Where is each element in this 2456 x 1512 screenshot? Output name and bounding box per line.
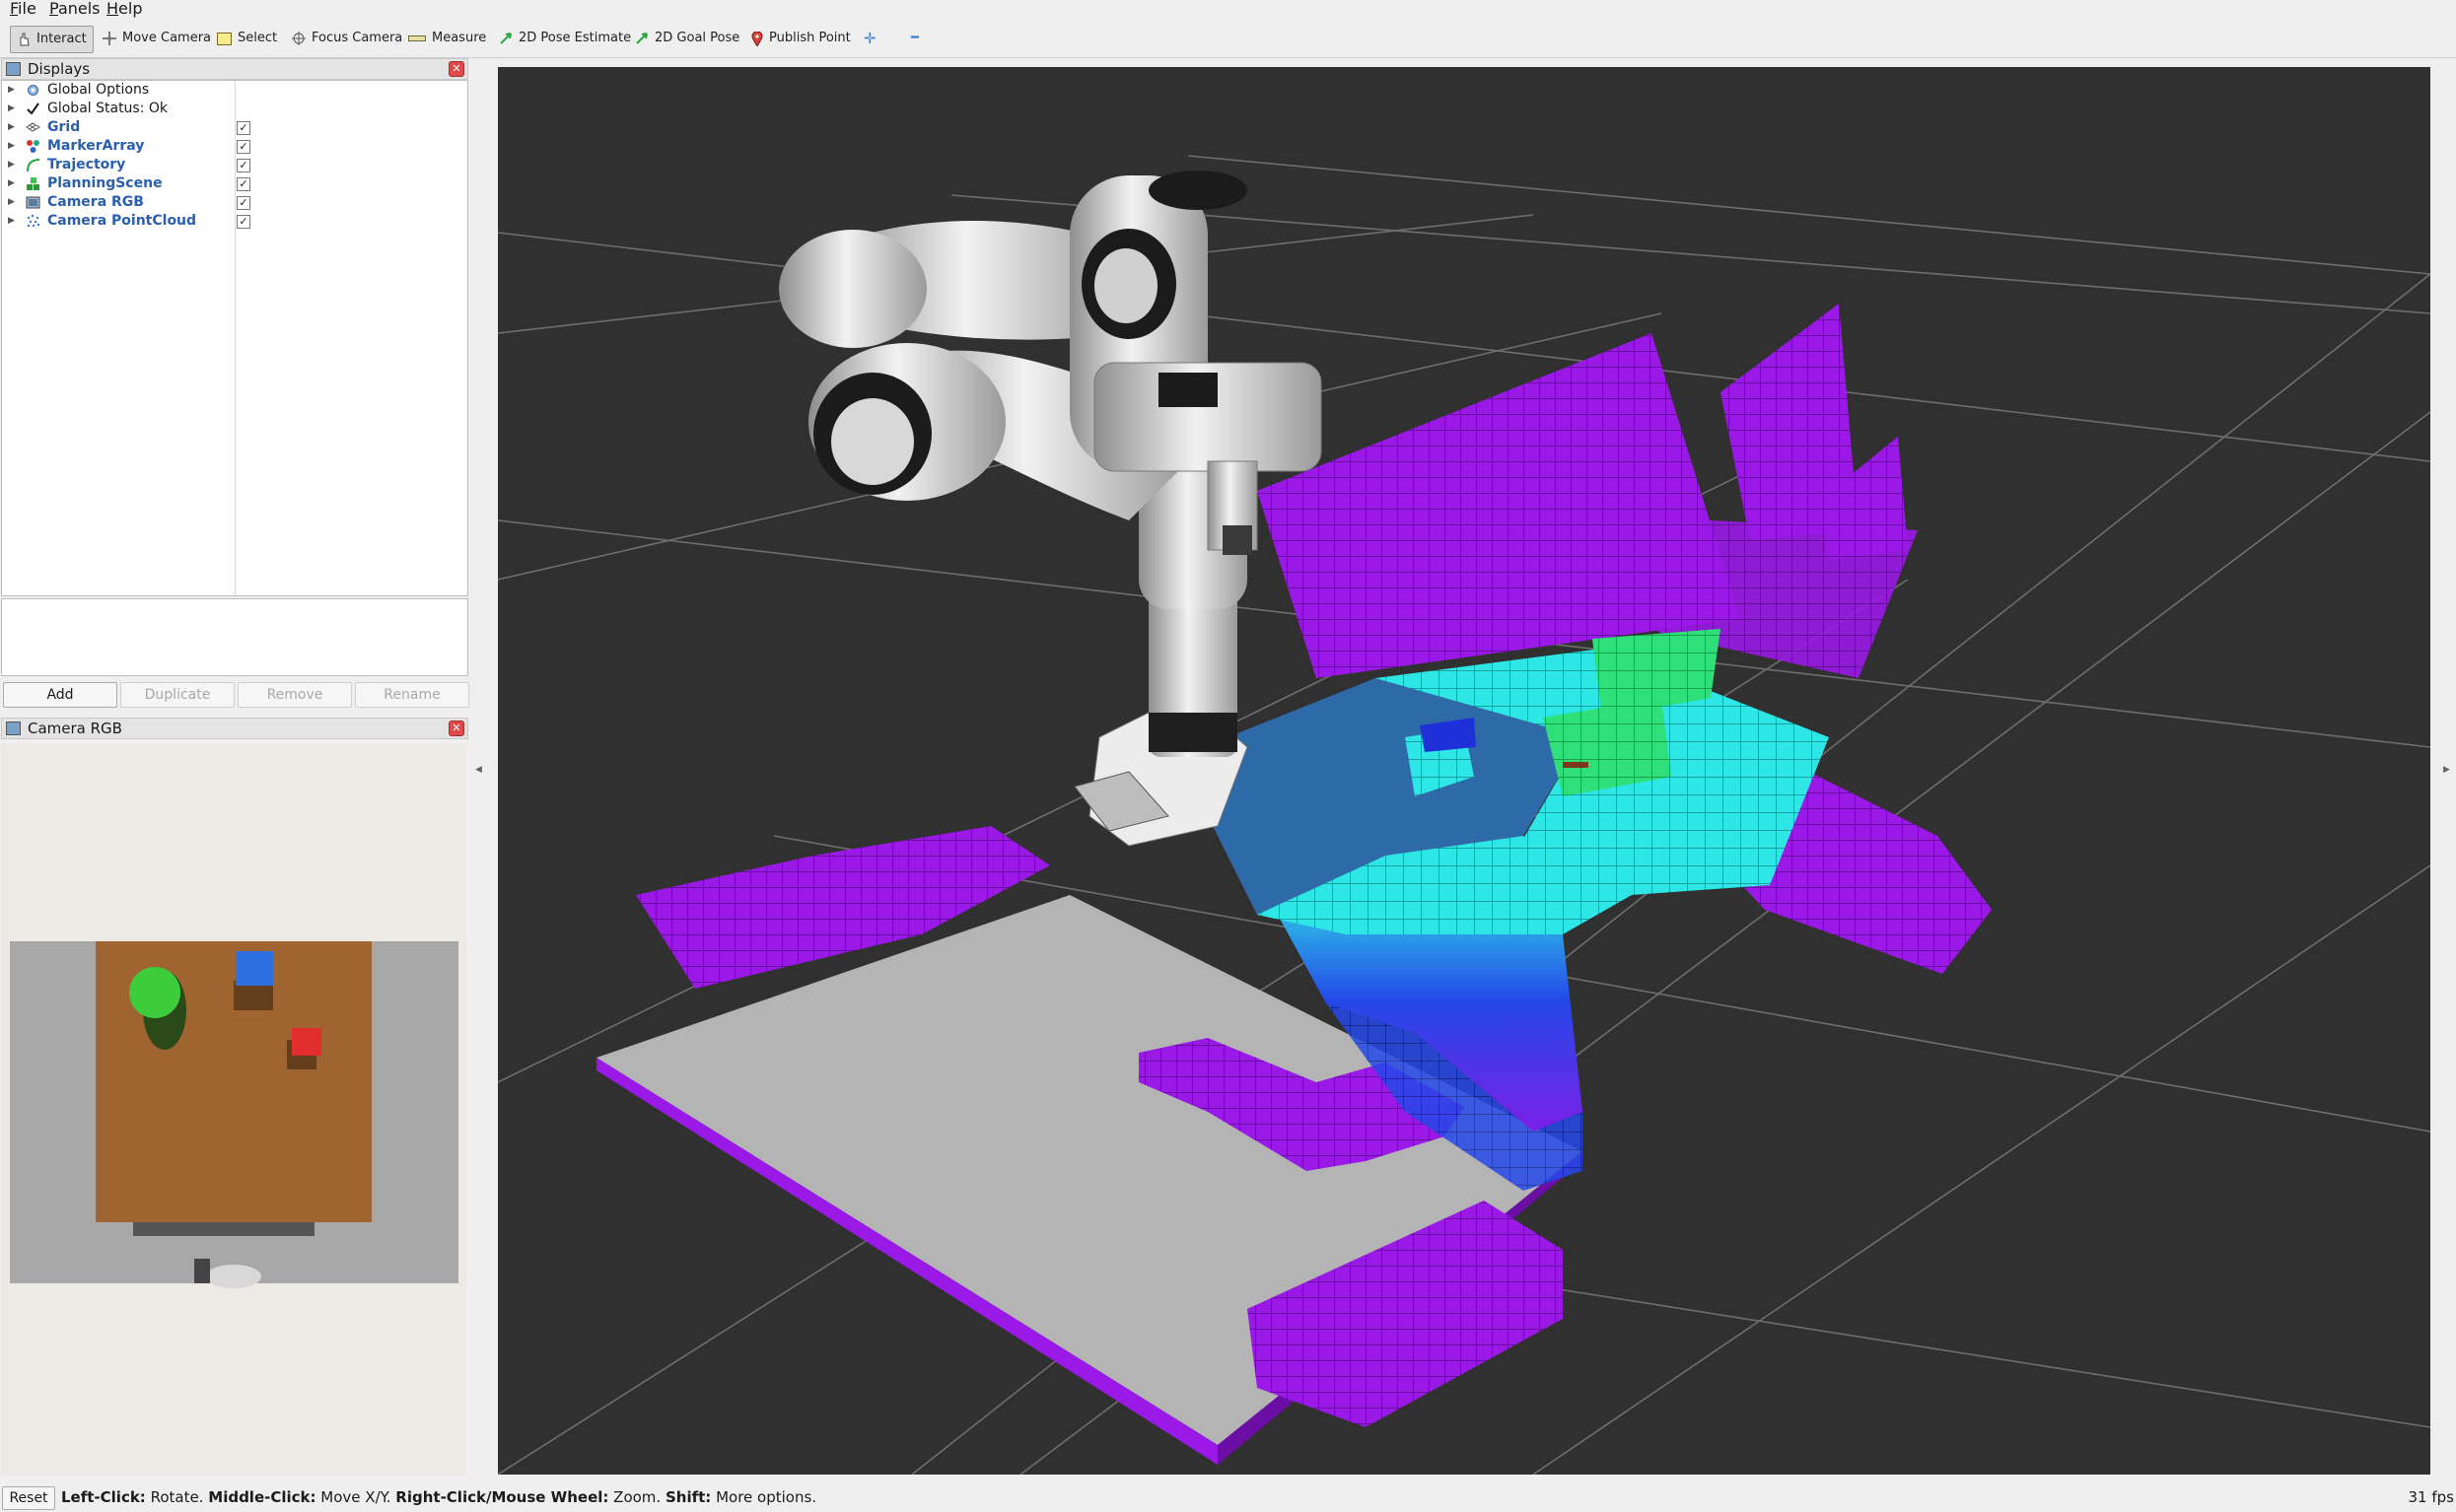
display-description-area	[1, 598, 468, 676]
camera-rgb-checkbox[interactable]: ✓	[237, 196, 250, 210]
green-arrow-icon	[500, 33, 512, 44]
tree-item-grid[interactable]: ▶ Grid ✓	[2, 118, 467, 137]
expand-arrow-icon[interactable]: ▶	[8, 81, 15, 100]
remove-button[interactable]: Remove	[238, 682, 352, 708]
displays-panel-header: Displays ✕	[1, 58, 468, 80]
menu-help[interactable]: Help	[106, 0, 142, 18]
move-camera-tool-button[interactable]: Move Camera	[97, 26, 217, 51]
status-bar: Reset Left-Click: Rotate. Middle-Click: …	[0, 1483, 2456, 1512]
checkmark-icon	[27, 103, 39, 115]
menu-file[interactable]: File	[10, 0, 36, 18]
pointcloud-icon	[27, 214, 40, 228]
monitor-icon	[6, 62, 21, 76]
rename-button[interactable]: Rename	[355, 682, 469, 708]
splitter-left-arrow-icon[interactable]: ◀	[475, 765, 482, 775]
ruler-icon	[408, 35, 426, 41]
mouse-hint-text: Left-Click: Rotate. Middle-Click: Move X…	[61, 1488, 817, 1506]
plus-icon: ✛	[864, 30, 877, 47]
remove-tool-button[interactable]: ━	[905, 26, 925, 51]
move-camera-icon	[103, 32, 116, 45]
2d-pose-estimate-tool-button[interactable]: 2D Pose Estimate	[493, 26, 637, 51]
publish-point-tool-button[interactable]: Publish Point	[745, 26, 857, 51]
close-icon[interactable]: ✕	[449, 61, 464, 77]
camera-rgb-panel-title: Camera RGB	[28, 720, 122, 737]
marker-array-icon	[27, 140, 39, 153]
trajectory-checkbox[interactable]: ✓	[237, 159, 250, 172]
camera-rgb-panel-header: Camera RGB ✕	[1, 718, 468, 739]
tree-item-planning-scene[interactable]: ▶ PlanningScene ✓	[2, 174, 467, 193]
reset-button[interactable]: Reset	[2, 1486, 55, 1510]
tree-item-trajectory[interactable]: ▶ Trajectory ✓	[2, 156, 467, 174]
close-icon[interactable]: ✕	[449, 721, 464, 736]
focus-camera-tool-button[interactable]: Focus Camera	[286, 26, 408, 51]
interact-tool-button[interactable]: Interact	[10, 26, 94, 53]
3d-viewport[interactable]	[498, 67, 2430, 1475]
expand-arrow-icon[interactable]: ▶	[8, 156, 15, 174]
displays-panel-title: Displays	[28, 60, 91, 78]
camera-rgb-image	[10, 941, 458, 1288]
trajectory-icon	[27, 159, 40, 172]
expand-arrow-icon[interactable]: ▶	[8, 212, 15, 231]
marker-array-checkbox[interactable]: ✓	[237, 140, 250, 154]
table-top-blue	[1178, 629, 1829, 934]
toolbar: Interact Move Camera Select Focus Camera…	[0, 20, 2456, 58]
green-arrow-icon	[636, 33, 648, 44]
menu-panels[interactable]: Panels	[49, 0, 101, 18]
camera-icon	[26, 196, 40, 209]
fps-counter: 31 fps	[2408, 1488, 2454, 1506]
map-pin-icon	[751, 31, 763, 46]
select-tool-button[interactable]: Select	[211, 26, 283, 51]
splitter-right-arrow-icon[interactable]: ▶	[2443, 765, 2450, 775]
monitor-icon	[6, 722, 21, 735]
tree-item-global-status[interactable]: ▶ Global Status: Ok	[2, 100, 467, 118]
gear-icon	[28, 85, 38, 96]
grid-checkbox[interactable]: ✓	[237, 121, 250, 135]
add-button[interactable]: Add	[3, 682, 117, 708]
hand-pointer-icon	[20, 33, 30, 46]
duplicate-button[interactable]: Duplicate	[120, 682, 235, 708]
planning-scene-icon	[27, 177, 39, 190]
tree-item-marker-array[interactable]: ▶ MarkerArray ✓	[2, 137, 467, 156]
add-tool-button[interactable]: ✛	[858, 26, 882, 51]
tree-item-camera-rgb[interactable]: ▶ Camera RGB ✓	[2, 193, 467, 212]
menu-bar: File Panels Help	[0, 0, 2456, 18]
focus-camera-icon	[292, 32, 306, 45]
select-icon	[217, 32, 232, 45]
tree-item-global-options[interactable]: ▶ Global Options	[2, 81, 467, 100]
2d-goal-pose-tool-button[interactable]: 2D Goal Pose	[629, 26, 745, 51]
expand-arrow-icon[interactable]: ▶	[8, 193, 15, 212]
camera-pointcloud-checkbox[interactable]: ✓	[237, 215, 250, 229]
robot-arm	[779, 171, 1322, 847]
expand-arrow-icon[interactable]: ▶	[8, 174, 15, 193]
tree-item-camera-pointcloud[interactable]: ▶ Camera PointCloud ✓	[2, 212, 467, 231]
camera-rgb-view	[1, 744, 466, 1476]
expand-arrow-icon[interactable]: ▶	[8, 137, 15, 156]
expand-arrow-icon[interactable]: ▶	[8, 118, 15, 137]
grid-icon	[26, 122, 40, 132]
expand-arrow-icon[interactable]: ▶	[8, 100, 15, 118]
minus-icon: ━	[911, 31, 919, 45]
measure-tool-button[interactable]: Measure	[402, 26, 492, 51]
3d-scene	[498, 155, 2430, 1475]
displays-tree[interactable]: ▶ Global Options ▶ Global Status: Ok ▶ G…	[1, 80, 468, 596]
planning-scene-checkbox[interactable]: ✓	[237, 177, 250, 191]
